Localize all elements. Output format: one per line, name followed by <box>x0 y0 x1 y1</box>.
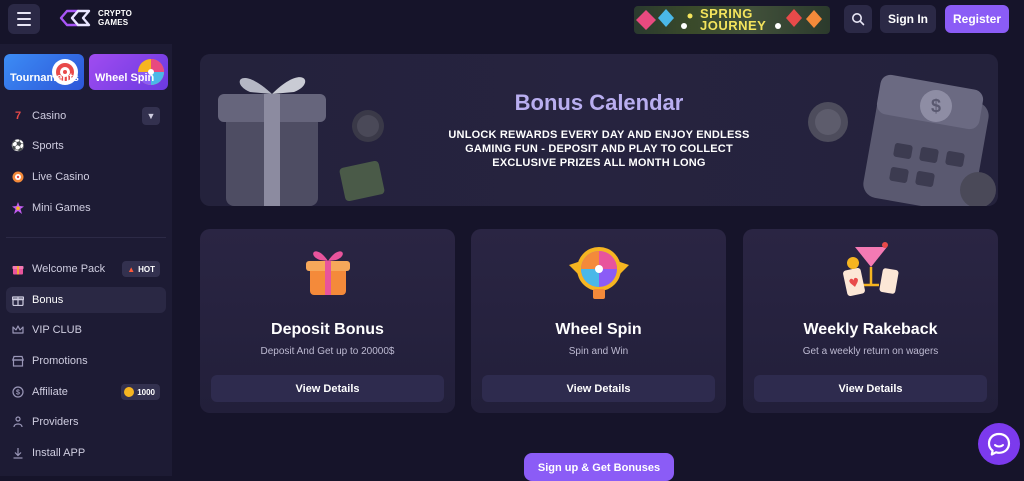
explosion-icon <box>12 202 24 214</box>
sidebar-item-label: Welcome Pack <box>32 263 106 275</box>
view-details-button[interactable]: View Details <box>754 375 987 402</box>
wheel-spin-card: Wheel Spin Spin and Win View Details <box>471 229 726 413</box>
casino-seven-icon: 7 <box>14 110 22 122</box>
hot-badge-label: HOT <box>138 264 155 274</box>
gift-icon <box>306 251 350 295</box>
top-bar: CRYPTO GAMES SPRING JOURNEY Sign In Regi… <box>0 0 1024 40</box>
fire-icon: ▲ <box>127 264 136 274</box>
main-content: Bonus Calendar UNLOCK REWARDS EVERY DAY … <box>172 40 1024 481</box>
weekly-rakeback-card: ♥ Weekly Rakeback Get a weekly return on… <box>743 229 998 413</box>
sidebar-item-mini-games[interactable]: Mini Games <box>6 195 166 221</box>
sidebar: Tournaments Wheel Spin 7 Casino ▼ ⚽ Spor… <box>0 44 172 476</box>
sidebar-item-label: Providers <box>32 416 79 428</box>
sidebar-item-providers[interactable]: Providers <box>6 409 166 435</box>
sign-up-bonuses-button[interactable]: Sign up & Get Bonuses <box>524 453 674 481</box>
sidebar-item-install-app[interactable]: Install APP <box>6 440 166 466</box>
sign-in-button[interactable]: Sign In <box>880 5 936 33</box>
sidebar-item-label: Casino <box>32 110 67 122</box>
card-subtitle: Deposit And Get up to 20000$ <box>260 346 395 357</box>
card-title: Weekly Rakeback <box>803 321 938 338</box>
sidebar-item-label: Bonus <box>32 294 64 306</box>
view-details-button[interactable]: View Details <box>482 375 715 402</box>
sidebar-item-label: Install APP <box>32 447 86 459</box>
download-icon <box>12 447 24 459</box>
tournaments-card[interactable]: Tournaments <box>4 54 84 90</box>
spring-journey-banner[interactable]: SPRING JOURNEY <box>634 6 830 34</box>
crown-icon <box>12 324 24 336</box>
logo-line-1: CRYPTO <box>98 9 133 18</box>
menu-icon[interactable] <box>8 4 40 34</box>
card-subtitle: Get a weekly return on wagers <box>802 346 939 357</box>
roulette-icon <box>12 171 24 183</box>
kites-right-icon <box>775 9 822 29</box>
fortune-wheel-icon <box>569 247 629 299</box>
search-button[interactable] <box>844 5 872 33</box>
sidebar-item-vip-club[interactable]: VIP CLUB <box>6 317 166 343</box>
sidebar-item-welcome-pack[interactable]: Welcome Pack ▲ HOT <box>6 256 166 282</box>
sidebar-item-affiliate[interactable]: $ Affiliate 1000 <box>6 379 166 405</box>
card-title: Deposit Bonus <box>271 321 384 338</box>
hot-badge: ▲ HOT <box>122 261 160 277</box>
sidebar-item-label: Sports <box>32 140 64 152</box>
gift-box-art-icon <box>218 77 385 206</box>
affiliate-badge: 1000 <box>121 384 160 400</box>
coin-icon <box>124 387 135 397</box>
logo-line-2: GAMES <box>98 18 129 27</box>
affiliate-icon: $ <box>12 386 24 398</box>
gift-box-icon <box>12 294 24 306</box>
sidebar-item-casino[interactable]: 7 Casino ▼ <box>6 103 166 129</box>
chat-icon <box>987 432 1011 456</box>
bonus-calendar-banner: Bonus Calendar UNLOCK REWARDS EVERY DAY … <box>200 54 998 206</box>
view-details-button[interactable]: View Details <box>211 375 444 402</box>
affiliate-badge-value: 1000 <box>137 387 155 397</box>
sidebar-item-bonus[interactable]: Bonus <box>6 287 166 313</box>
banner-subtitle: UNLOCK REWARDS EVERY DAY AND ENJOY ENDLE… <box>448 129 750 169</box>
deposit-bonus-card: Deposit Bonus Deposit And Get up to 2000… <box>200 229 455 413</box>
sidebar-item-sports[interactable]: ⚽ Sports <box>6 133 166 159</box>
sidebar-item-live-casino[interactable]: Live Casino <box>6 164 166 190</box>
logo-mark-icon <box>59 9 91 27</box>
soccer-ball-icon: ⚽ <box>11 140 25 152</box>
wheel-spin-label: Wheel Spin <box>95 72 155 84</box>
sidebar-item-label: VIP CLUB <box>32 324 82 336</box>
wheel-spin-card[interactable]: Wheel Spin <box>89 54 168 90</box>
register-button[interactable]: Register <box>945 5 1009 33</box>
tournaments-label: Tournaments <box>10 72 79 84</box>
promo-line-2: JOURNEY <box>700 18 767 33</box>
card-subtitle: Spin and Win <box>568 346 629 357</box>
card-title: Wheel Spin <box>555 321 642 338</box>
chat-button[interactable] <box>978 423 1020 465</box>
logo[interactable]: CRYPTO GAMES <box>58 8 132 28</box>
sidebar-item-promotions[interactable]: Promotions <box>6 348 166 374</box>
sidebar-divider <box>6 237 166 238</box>
search-icon <box>852 13 865 26</box>
sidebar-item-label: Mini Games <box>32 202 91 214</box>
kite-icon <box>636 9 693 30</box>
sidebar-item-label: Affiliate <box>32 386 68 398</box>
providers-icon <box>12 416 24 428</box>
shop-icon <box>12 355 24 367</box>
svg-text:$: $ <box>931 96 941 116</box>
chevron-down-icon[interactable]: ▼ <box>142 107 160 125</box>
calendar-art-icon: $ <box>808 74 996 206</box>
sidebar-item-label: Live Casino <box>32 171 90 183</box>
sidebar-item-label: Promotions <box>32 355 88 367</box>
svg-text:$: $ <box>16 390 20 397</box>
cocktail-cards-icon: ♥ <box>843 242 899 297</box>
gift-icon <box>12 263 24 275</box>
